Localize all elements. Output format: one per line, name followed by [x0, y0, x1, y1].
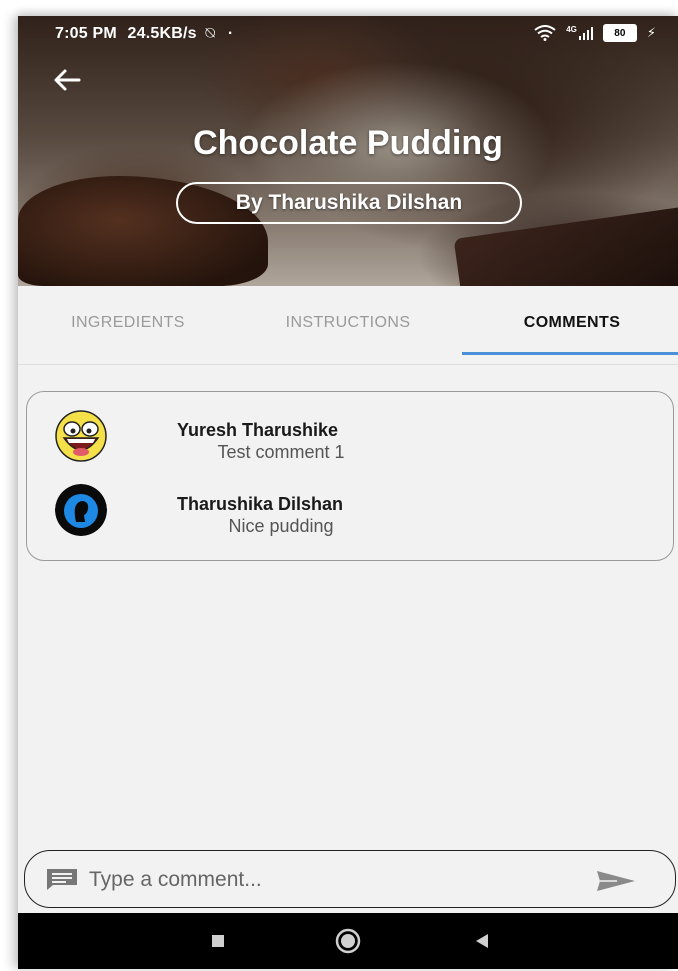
avatar [55, 410, 107, 462]
comment-text: Nice pudding [228, 516, 334, 536]
status-bar: 7:05 PM 24.5KB/s ⍉ · 4G 80 ⚡ [18, 16, 678, 52]
dot-icon: · [227, 25, 234, 42]
tab-comments[interactable]: COMMENTS [482, 314, 662, 332]
tab-instructions[interactable]: INSTRUCTIONS [258, 314, 438, 332]
status-icons: 4G 80 ⚡ [534, 24, 656, 42]
comment-input[interactable] [87, 861, 571, 899]
battery-icon: 80 [602, 24, 637, 42]
comment-input-bar [24, 850, 676, 908]
message-icon [47, 869, 77, 890]
charging-icon: ⚡ [646, 25, 656, 40]
comment-text: Test comment 1 [217, 442, 345, 462]
triangle-back-icon[interactable] [468, 927, 496, 955]
tab-bar: INGREDIENTS INSTRUCTIONS COMMENTS [18, 286, 678, 365]
square-icon[interactable] [204, 927, 232, 955]
laughing-face-icon [55, 410, 107, 462]
status-time: 7:05 PM 24.5KB/s ⍉ · [55, 25, 234, 42]
recipe-hero-image: 7:05 PM 24.5KB/s ⍉ · 4G 80 ⚡ Chocolate P… [18, 16, 678, 286]
user-silhouette-icon [55, 484, 107, 536]
author-chip[interactable]: By Tharushika Dilshan [176, 182, 522, 224]
wifi-icon [534, 25, 556, 41]
circle-icon[interactable] [334, 927, 362, 955]
comments-card: Yuresh Tharushike Test comment 1 Tharush… [26, 391, 674, 561]
send-icon[interactable] [595, 868, 637, 894]
tab-ingredients[interactable]: INGREDIENTS [38, 314, 218, 332]
comment-item: Yuresh Tharushike Test comment 1 [55, 410, 655, 466]
comment-author: Yuresh Tharushike [177, 420, 339, 440]
system-nav-bar [18, 913, 678, 969]
comment-author: Tharushika Dilshan [177, 494, 344, 514]
avatar [55, 484, 107, 536]
back-button[interactable] [51, 64, 87, 100]
phone-screen: 7:05 PM 24.5KB/s ⍉ · 4G 80 ⚡ Chocolate P… [18, 16, 678, 969]
signal-icon: 4G [566, 25, 593, 40]
tab-indicator [462, 352, 678, 355]
comment-item: Tharushika Dilshan Nice pudding [55, 484, 655, 540]
mute-icon: ⍉ [205, 25, 216, 42]
recipe-title: Chocolate Pudding [193, 124, 503, 162]
arrow-left-icon [54, 69, 81, 91]
